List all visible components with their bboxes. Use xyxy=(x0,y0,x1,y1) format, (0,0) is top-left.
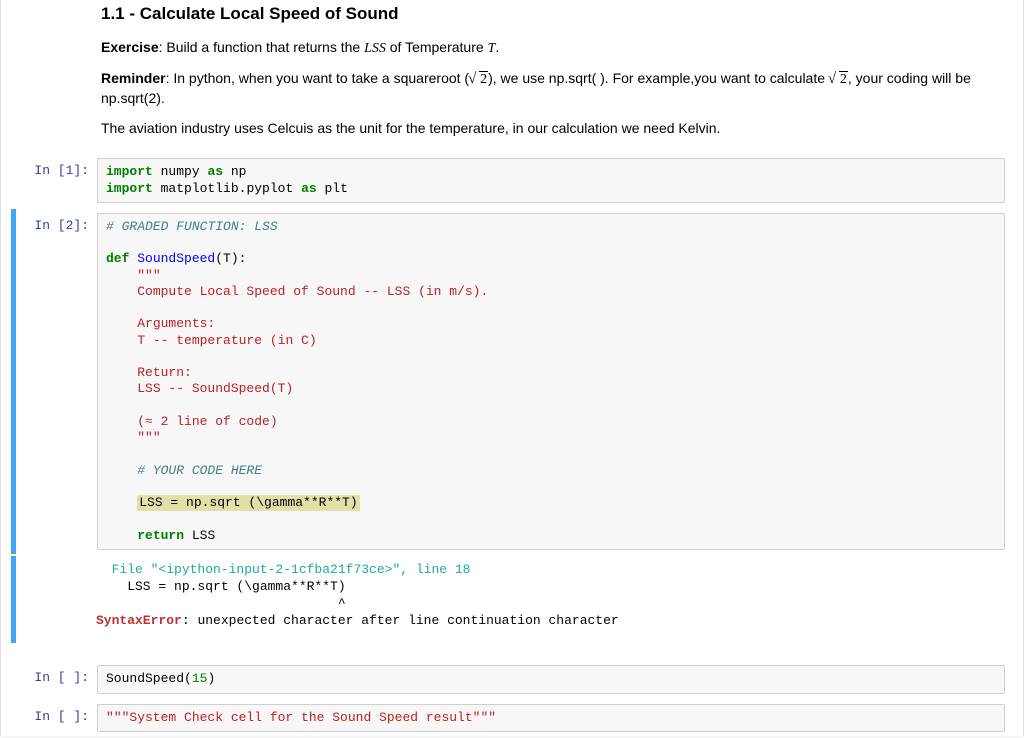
markdown-cell: 1.1 - Calculate Local Speed of Sound Exe… xyxy=(11,0,1013,152)
prompt-in-2: In [2]: xyxy=(19,213,97,550)
prompt-in-4: In [ ]: xyxy=(19,704,97,732)
output-cell-2: File "<ipython-input-2-1cfba21f73ce>", l… xyxy=(11,556,1013,644)
notebook: 1.1 - Calculate Local Speed of Sound Exe… xyxy=(0,0,1024,736)
code-input-2[interactable]: # GRADED FUNCTION: LSS def SoundSpeed(T)… xyxy=(97,213,1005,550)
prompt-in-1: In [1]: xyxy=(19,158,97,203)
code-cell-2[interactable]: In [2]: # GRADED FUNCTION: LSS def Sound… xyxy=(11,209,1013,554)
highlighted-line: LSS = np.sqrt (\gamma**R**T) xyxy=(137,495,359,511)
reminder-paragraph: Reminder: In python, when you want to ta… xyxy=(101,69,1007,109)
code-input-3[interactable]: SoundSpeed(15) xyxy=(97,665,1005,693)
code-input-4[interactable]: """System Check cell for the Sound Speed… xyxy=(97,704,1005,732)
section-heading: 1.1 - Calculate Local Speed of Sound xyxy=(101,4,1007,24)
error-output: File "<ipython-input-2-1cfba21f73ce>", l… xyxy=(94,556,1005,636)
code-cell-3[interactable]: In [ ]: SoundSpeed(15) xyxy=(11,661,1013,697)
note-paragraph: The aviation industry uses Celcuis as th… xyxy=(101,119,1007,139)
code-cell-1[interactable]: In [1]: import numpy as np import matplo… xyxy=(11,154,1013,207)
prompt-in-3: In [ ]: xyxy=(19,665,97,693)
code-cell-4[interactable]: In [ ]: """System Check cell for the Sou… xyxy=(11,700,1013,736)
code-input-1[interactable]: import numpy as np import matplotlib.pyp… xyxy=(97,158,1005,203)
exercise-paragraph: Exercise: Build a function that returns … xyxy=(101,38,1007,59)
